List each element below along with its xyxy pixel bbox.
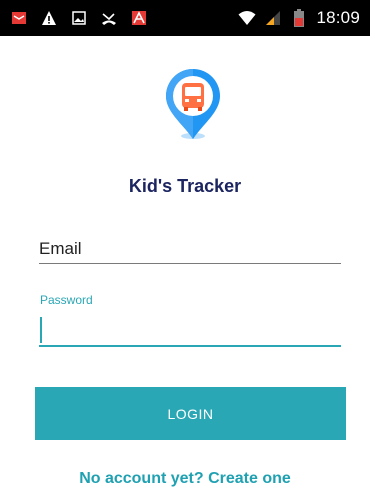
login-button[interactable]: LOGIN	[35, 387, 346, 440]
password-input[interactable]	[39, 315, 341, 347]
app-title: Kid's Tracker	[128, 176, 242, 196]
text-cursor	[40, 317, 42, 343]
app-notification-icon	[130, 9, 148, 27]
status-bar: 18:09	[0, 0, 370, 36]
wifi-icon	[238, 9, 256, 27]
system-icons: 18:09	[238, 8, 360, 28]
battery-icon	[290, 9, 308, 27]
status-time: 18:09	[316, 8, 360, 27]
signal-icon	[264, 9, 282, 27]
password-label: Password	[40, 293, 93, 307]
image-icon	[70, 9, 88, 27]
email-notification-icon	[10, 9, 28, 27]
email-input[interactable]	[39, 236, 341, 264]
create-account-link[interactable]: No account yet? Create one	[0, 470, 370, 488]
bus-location-pin-icon	[163, 68, 223, 142]
warning-icon	[40, 9, 58, 27]
notification-icons	[10, 9, 148, 27]
missed-call-icon	[100, 9, 118, 27]
